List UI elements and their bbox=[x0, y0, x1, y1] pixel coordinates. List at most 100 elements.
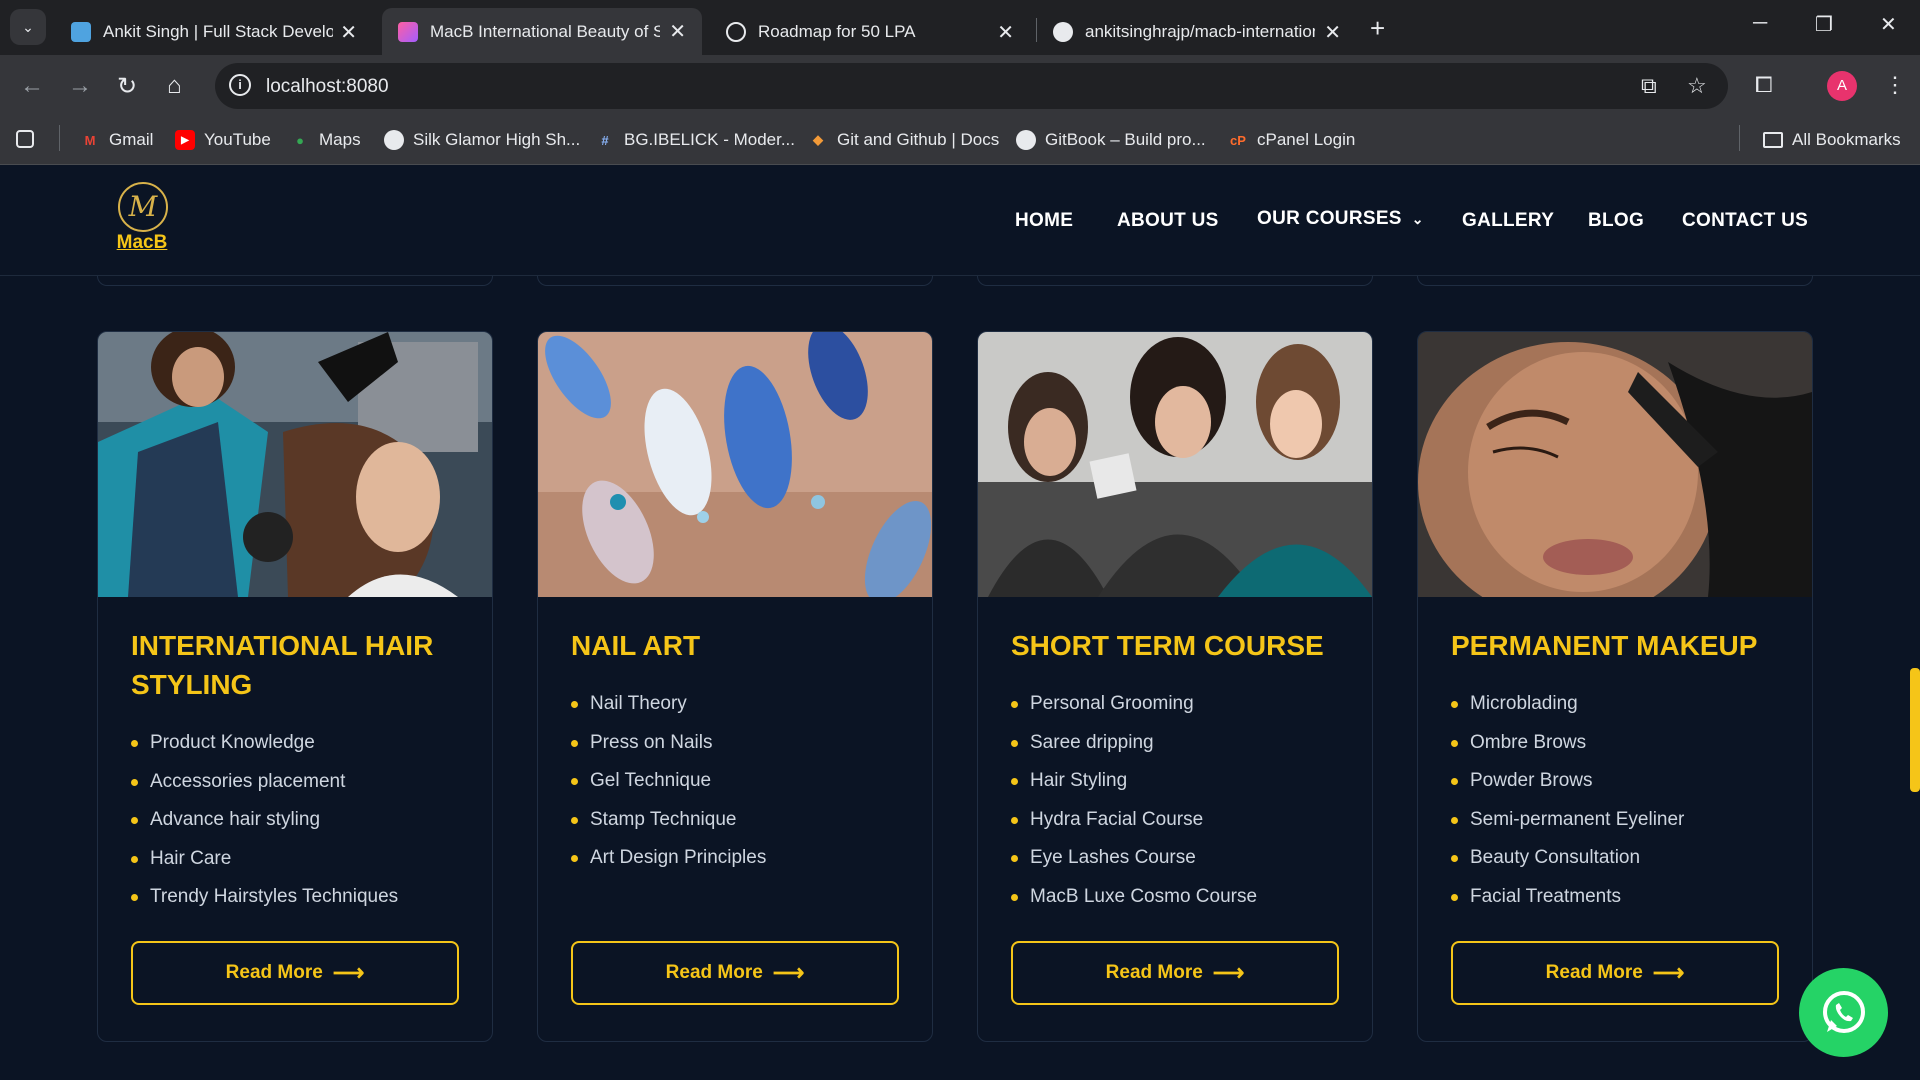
address-bar[interactable]: i localhost:8080 ⧉ ☆ bbox=[215, 63, 1728, 109]
site-header: M MacB HOME ABOUT US OUR COURSES ⌄ GALLER… bbox=[0, 166, 1920, 276]
new-tab-button[interactable]: + bbox=[1370, 13, 1385, 44]
maps-pin-icon: ● bbox=[296, 132, 304, 148]
nail-art-image bbox=[538, 332, 932, 597]
list-item: Powder Brows bbox=[1451, 762, 1684, 801]
tab-title: Ankit Singh | Full Stack Develop bbox=[103, 22, 333, 41]
list-item: Trendy Hairstyles Techniques bbox=[131, 878, 398, 917]
nav-home[interactable]: HOME bbox=[1015, 210, 1073, 232]
page-scrollbar-thumb[interactable] bbox=[1910, 668, 1920, 792]
reload-icon[interactable]: ↻ bbox=[117, 72, 137, 101]
all-bookmarks[interactable]: All Bookmarks bbox=[1763, 130, 1901, 150]
bookmark-star-icon[interactable]: ☆ bbox=[1687, 73, 1707, 99]
list-item: Facial Treatments bbox=[1451, 878, 1684, 917]
list-item: Art Design Principles bbox=[571, 839, 766, 878]
bookmark-silk-glamor[interactable]: Silk Glamor High Sh... bbox=[384, 130, 580, 150]
apps-grid-icon[interactable] bbox=[16, 130, 43, 148]
bookmark-separator bbox=[1739, 125, 1740, 151]
back-icon[interactable]: ← bbox=[20, 72, 44, 100]
course-card-nail-art: NAIL ART Nail Theory Press on Nails Gel … bbox=[537, 331, 933, 1042]
read-more-button[interactable]: Read More ⟶ bbox=[571, 941, 899, 1005]
arrow-right-icon: ⟶ bbox=[1652, 960, 1685, 985]
course-topics-list: Nail Theory Press on Nails Gel Technique… bbox=[571, 685, 766, 878]
course-card-permanent-makeup: PERMANENT MAKEUP Microblading Ombre Brow… bbox=[1417, 331, 1813, 1042]
whatsapp-chat-button[interactable] bbox=[1799, 968, 1888, 1057]
nav-about-us[interactable]: ABOUT US bbox=[1117, 210, 1219, 232]
tab-title: MacB International Beauty of Sc bbox=[430, 21, 660, 41]
arrow-right-icon: ⟶ bbox=[772, 960, 805, 985]
macb-favicon-icon bbox=[398, 21, 418, 42]
url-text[interactable]: localhost:8080 bbox=[266, 76, 389, 98]
list-item: Hair Styling bbox=[1011, 762, 1257, 801]
read-more-button[interactable]: Read More ⟶ bbox=[131, 941, 459, 1005]
translate-icon[interactable]: ⧉ bbox=[1641, 73, 1657, 99]
bookmark-label: Gmail bbox=[109, 130, 154, 149]
gmail-icon: M bbox=[84, 132, 96, 148]
bookmark-bg-ibelick[interactable]: # BG.IBELICK - Moder... bbox=[595, 130, 795, 150]
cpanel-icon: cP bbox=[1230, 132, 1246, 148]
nav-gallery[interactable]: GALLERY bbox=[1462, 210, 1554, 232]
course-topics-list: Personal Grooming Saree dripping Hair St… bbox=[1011, 685, 1257, 917]
list-item: Ombre Brows bbox=[1451, 724, 1684, 763]
read-more-button[interactable]: Read More ⟶ bbox=[1011, 941, 1339, 1005]
read-more-button[interactable]: Read More ⟶ bbox=[1451, 941, 1779, 1005]
bookmark-git-github[interactable]: ◆ Git and Github | Docs bbox=[808, 130, 999, 150]
close-tab-icon[interactable]: ✕ bbox=[340, 20, 357, 45]
nav-blog[interactable]: BLOG bbox=[1588, 210, 1644, 232]
arrow-right-icon: ⟶ bbox=[1212, 960, 1245, 985]
bookmark-label: Git and Github | Docs bbox=[837, 130, 1000, 149]
youtube-icon: ▶ bbox=[175, 130, 195, 150]
list-item: Product Knowledge bbox=[131, 724, 398, 763]
card-title: PERMANENT MAKEUP bbox=[1451, 630, 1758, 661]
read-more-label: Read More bbox=[665, 962, 763, 983]
list-item: Hair Care bbox=[131, 840, 398, 879]
menu-kebab-icon[interactable]: ⋮ bbox=[1884, 72, 1906, 98]
browser-toolbar: ← → ↻ ⌂ i localhost:8080 ⧉ ☆ ⧠ A ⋮ bbox=[0, 55, 1920, 119]
site-info-icon[interactable]: i bbox=[229, 74, 251, 96]
profile-avatar[interactable]: A bbox=[1827, 71, 1857, 101]
portfolio-favicon-icon bbox=[71, 22, 91, 42]
bookmark-label: Maps bbox=[319, 130, 361, 149]
bookmark-label: GitBook – Build pro... bbox=[1045, 130, 1206, 149]
course-card-short-term: SHORT TERM COURSE Personal Grooming Sare… bbox=[977, 331, 1373, 1042]
bookmark-gmail[interactable]: M Gmail bbox=[80, 130, 154, 150]
close-window-icon[interactable]: ✕ bbox=[1880, 12, 1897, 37]
bookmark-separator bbox=[59, 125, 60, 151]
tab-roadmap[interactable]: Roadmap for 50 LPA ✕ bbox=[710, 9, 1030, 55]
forward-icon[interactable]: → bbox=[68, 72, 92, 100]
bookmark-maps[interactable]: ● Maps bbox=[290, 130, 361, 150]
close-tab-icon[interactable]: ✕ bbox=[1324, 20, 1341, 45]
macb-logo[interactable]: M MacB bbox=[110, 182, 174, 260]
bookmark-cpanel[interactable]: cP cPanel Login bbox=[1228, 130, 1355, 150]
read-more-label: Read More bbox=[225, 962, 323, 983]
short-term-course-image bbox=[978, 332, 1372, 597]
bookmark-label: cPanel Login bbox=[1257, 130, 1356, 149]
extensions-icon[interactable]: ⧠ bbox=[1755, 72, 1773, 98]
arrow-right-icon: ⟶ bbox=[332, 960, 365, 985]
restore-icon[interactable]: ❐ bbox=[1815, 12, 1833, 37]
close-tab-icon[interactable]: ✕ bbox=[997, 20, 1014, 45]
read-more-label: Read More bbox=[1105, 962, 1203, 983]
nav-our-courses[interactable]: OUR COURSES ⌄ bbox=[1257, 208, 1424, 230]
list-item: Gel Technique bbox=[571, 762, 766, 801]
close-tab-icon[interactable]: ✕ bbox=[669, 19, 686, 44]
tab-github[interactable]: ankitsinghrajp/macb-internation ✕ bbox=[1037, 9, 1357, 55]
tab-search-button[interactable]: ⌄ bbox=[10, 9, 46, 45]
silk-glamor-icon bbox=[384, 130, 404, 150]
bookmark-youtube[interactable]: ▶ YouTube bbox=[175, 130, 271, 150]
hash-icon: # bbox=[601, 132, 609, 148]
card-title: NAIL ART bbox=[571, 630, 701, 661]
tab-portfolio[interactable]: Ankit Singh | Full Stack Develop ✕ bbox=[55, 9, 373, 55]
list-item: Microblading bbox=[1451, 685, 1684, 724]
list-item: Personal Grooming bbox=[1011, 685, 1257, 724]
bookmark-gitbook[interactable]: GitBook – Build pro... bbox=[1016, 130, 1206, 150]
tab-macb-active[interactable]: MacB International Beauty of Sc ✕ bbox=[382, 8, 702, 55]
nav-contact-us[interactable]: CONTACT US bbox=[1682, 210, 1808, 232]
list-item: Beauty Consultation bbox=[1451, 839, 1684, 878]
list-item: Accessories placement bbox=[131, 763, 398, 802]
minimize-icon[interactable]: ─ bbox=[1753, 12, 1767, 35]
home-icon[interactable]: ⌂ bbox=[167, 72, 182, 100]
read-more-label: Read More bbox=[1545, 962, 1643, 983]
list-item: Press on Nails bbox=[571, 724, 766, 763]
folder-icon bbox=[1763, 132, 1783, 148]
list-item: Hydra Facial Course bbox=[1011, 801, 1257, 840]
